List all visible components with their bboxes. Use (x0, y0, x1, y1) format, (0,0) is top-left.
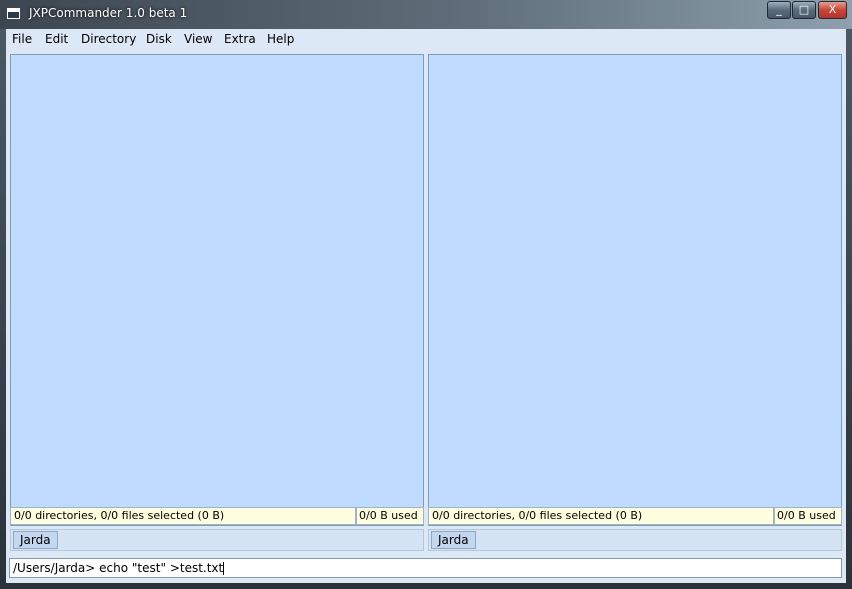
minimize-button[interactable]: _ (767, 1, 791, 19)
maximize-button[interactable]: □ (792, 1, 816, 19)
left-drive-button[interactable]: Jarda (13, 531, 58, 549)
client-area: File Edit Directory Disk View Extra Help… (6, 29, 846, 583)
right-selection-status: 0/0 directories, 0/0 files selected (0 B… (428, 507, 774, 525)
left-drive-bar: Jarda (10, 529, 424, 551)
menu-edit[interactable]: Edit (45, 32, 68, 46)
left-used-status: 0/0 B used (356, 507, 424, 525)
right-drive-bar: Jarda (428, 529, 842, 551)
app-window: JXPCommander 1.0 beta 1 _ □ X File Edit … (0, 0, 852, 589)
text-caret (223, 562, 225, 575)
right-used-status: 0/0 B used (774, 507, 842, 525)
menu-disk[interactable]: Disk (146, 32, 172, 46)
menu-view[interactable]: View (184, 32, 212, 46)
menu-help[interactable]: Help (267, 32, 294, 46)
menu-extra[interactable]: Extra (224, 32, 256, 46)
command-prompt: /Users/Jarda> (13, 561, 96, 575)
left-file-panel[interactable] (10, 54, 424, 526)
right-drive-button[interactable]: Jarda (431, 531, 476, 549)
command-line-input[interactable]: /Users/Jarda> echo "test" >test.txt (9, 558, 842, 578)
window-icon[interactable] (7, 8, 20, 19)
window-title: JXPCommander 1.0 beta 1 (29, 6, 188, 20)
title-bar[interactable]: JXPCommander 1.0 beta 1 _ □ X (0, 0, 852, 29)
close-button[interactable]: X (818, 1, 847, 19)
right-file-panel[interactable] (428, 54, 842, 526)
command-text: echo "test" >test.txt (99, 561, 224, 575)
left-selection-status: 0/0 directories, 0/0 files selected (0 B… (10, 507, 356, 525)
menu-bar: File Edit Directory Disk View Extra Help (6, 29, 846, 51)
menu-file[interactable]: File (12, 32, 32, 46)
menu-directory[interactable]: Directory (81, 32, 136, 46)
